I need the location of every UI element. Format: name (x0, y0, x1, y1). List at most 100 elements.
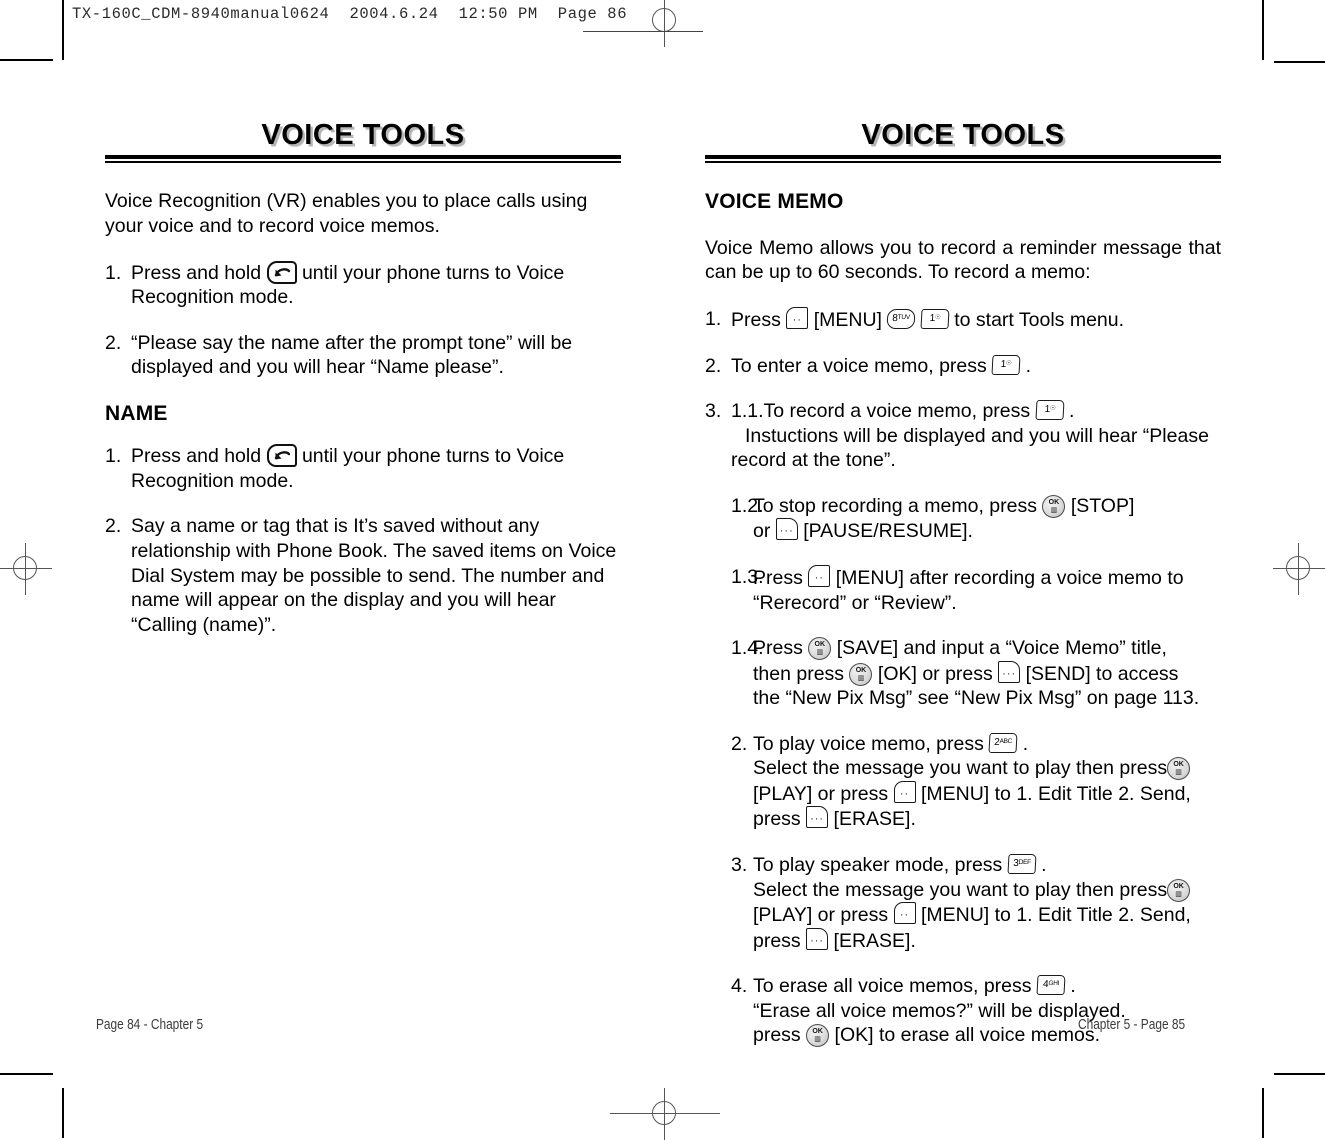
memo-substep-1-4-then: then press (753, 662, 845, 685)
soft-key-dots: ·· (899, 787, 910, 800)
memo-step-2-text-b: . (1025, 354, 1032, 377)
memo-substep-1-4-ok-label: [OK] or press (877, 662, 993, 685)
soft-key-dots: ··· (779, 525, 794, 538)
memo-substep-1-2-text-a: To stop recording a memo, press (753, 494, 1037, 517)
memo-erase-step-4-text-a: To erase all voice memos, press (753, 975, 1032, 998)
keypad-key-1-icon: 1☉ (1035, 400, 1065, 421)
keypad-key-1-icon: 1☉ (991, 354, 1021, 375)
registration-mark-right (1273, 543, 1325, 595)
voice-memo-intro: Voice Memo allows you to record a remind… (705, 236, 1221, 284)
memo-play-step-3-play-label: [PLAY] or press (753, 904, 889, 927)
keypad-key-2-abc-icon: 2ABC (988, 732, 1018, 753)
memo-play-step-3: 3. To play speaker mode, press 3DEF . Se… (731, 853, 1221, 953)
ok-key-label: OK (812, 1028, 823, 1036)
soft-key-send-icon: ··· (775, 518, 798, 541)
ok-key-glyph: ▥ (857, 674, 865, 682)
memo-step-1: 1. Press ·· [MENU] 8TUV 1☉ to start Tool… (705, 307, 1221, 333)
memo-step-3-text-b: . (1068, 400, 1075, 423)
memo-step-2-number: 2. (705, 354, 722, 377)
crop-mark-top-right-horizontal (1274, 61, 1325, 63)
soft-key-dots: ··· (810, 813, 825, 826)
ok-key-glyph: ▥ (816, 649, 824, 657)
ok-key-glyph: ▥ (814, 1036, 821, 1044)
memo-play-step-2-number: 2. (731, 732, 748, 755)
banner-rule-thin (105, 161, 621, 164)
ok-key-label: OK (1173, 882, 1184, 890)
memo-play-step-2-press: press (753, 808, 801, 831)
left-banner-rules (105, 155, 621, 164)
soft-key-menu-icon: ·· (893, 902, 916, 925)
ok-key-label: OK (1173, 761, 1184, 769)
soft-key-send-icon: ··· (806, 806, 829, 829)
ok-key-icon: OK ▥ (806, 1024, 830, 1048)
right-page-body: VOICE MEMO Voice Memo allows you to reco… (705, 189, 1221, 1048)
soft-key-dots: ·· (792, 314, 802, 327)
right-banner-title: VOICE TOOLS (861, 119, 1065, 151)
send-call-key-icon (266, 260, 297, 284)
vr-step-1: 1. Press and hold until your phone turns… (105, 260, 621, 310)
memo-play-step-3-number: 3. (731, 854, 748, 877)
voice-memo-subheading: VOICE MEMO (705, 190, 844, 214)
crop-mark-bottom-right-horizontal (1274, 1073, 1325, 1075)
memo-step-3-sub-number: 1.1. (731, 400, 764, 423)
send-call-key-icon (266, 444, 297, 468)
registration-circle (1286, 556, 1310, 580)
vr-step-2: 2. “Please say the name after the prompt… (105, 331, 621, 380)
memo-substep-1-2-stop-label: [STOP] (1070, 494, 1135, 517)
name-subheading: NAME (105, 401, 168, 425)
slug-time: 12:50 PM (458, 5, 538, 23)
memo-step-3-text-a: To record a voice memo, press (763, 400, 1031, 423)
crop-mark-top-left-vertical (62, 0, 64, 60)
keypad-letters: DEF (1018, 859, 1031, 867)
banner-rule-thin (705, 161, 1221, 164)
memo-step-1-menu-label: [MENU] (813, 309, 882, 332)
ok-key-glyph: ▥ (1050, 506, 1058, 514)
memo-play-step-2-text-b: . (1022, 732, 1029, 755)
keypad-letters: ABC (999, 737, 1013, 745)
memo-substep-1-2-or: or (753, 520, 771, 543)
ok-key-label: OK (1048, 498, 1060, 506)
memo-substep-1-4-tail: the “New Pix Msg” see “New Pix Msg” on p… (753, 687, 1200, 710)
vr-step-2-text: “Please say the name after the prompt to… (131, 331, 573, 379)
right-chapter-banner: VOICE TOOLS (705, 119, 1221, 164)
memo-erase-step-4-text-c: “Erase all voice memos?” will be display… (753, 999, 1126, 1022)
memo-substep-1-2: 1.2. To stop recording a memo, press OK ▥… (731, 494, 1221, 544)
ok-key-icon: OK ▥ (808, 637, 832, 661)
registration-circle (13, 556, 37, 580)
memo-play-step-3-menu-label: [MENU] to 1. Edit Title 2. Send, (920, 904, 1191, 927)
memo-step-3: 3. 1.1.To record a voice memo, press 1☉ … (705, 399, 1221, 473)
imposition-slug: TX-160C_CDM-8940manual0624 2004.6.24 12:50… (72, 5, 647, 23)
slug-filename: TX-160C_CDM-8940manual0624 (72, 5, 330, 23)
memo-substep-1-3: 1.3. Press ·· [MENU] after recording a v… (731, 564, 1221, 615)
name-step-2: 2. Say a name or tag that is It’s saved … (105, 514, 621, 637)
memo-substep-1-3-number: 1.3. (731, 565, 764, 588)
memo-substep-1-4-save-label: [SAVE] and input a “Voice Memo” title, (836, 637, 1167, 660)
left-page-body: Voice Recognition (VR) enables you to pl… (105, 189, 621, 637)
ok-key-icon: OK ▥ (849, 662, 873, 686)
name-step-1: 1. Press and hold until your phone turns… (105, 444, 621, 493)
soft-key-send-icon: ··· (806, 927, 829, 950)
left-page-column: VOICE TOOLS Voice Recognition (VR) enabl… (105, 120, 621, 658)
left-chapter-banner: VOICE TOOLS (105, 120, 621, 164)
slug-underline (583, 31, 703, 32)
memo-play-step-3-erase-label: [ERASE]. (833, 929, 916, 952)
name-step-2-number: 2. (105, 515, 122, 538)
keypad-key-1-icon: 1☉ (920, 309, 950, 330)
soft-key-dots: ·· (814, 571, 824, 584)
crop-mark-bottom-left-vertical (62, 1088, 64, 1138)
keypad-letters: GHI (1048, 980, 1060, 988)
memo-play-step-2-play-label: [PLAY] or press (753, 782, 889, 805)
memo-step-1-number: 1. (705, 308, 722, 331)
soft-key-menu-icon: ·· (893, 780, 916, 803)
keypad-key-8-tuv-icon: 8TUV (886, 309, 916, 330)
right-banner-rules (705, 155, 1221, 164)
ok-key-icon: OK ▥ (1042, 494, 1066, 518)
keypad-letters: ☉ (934, 314, 941, 322)
vr-step-1-number: 1. (105, 261, 122, 284)
crop-mark-top-right-vertical (1262, 0, 1264, 60)
left-page-footer: Page 84 - Chapter 5 (96, 1017, 204, 1033)
soft-key-dots: ··· (810, 934, 825, 947)
name-step-1-number: 1. (105, 445, 122, 468)
memo-step-2-text-a: To enter a voice memo, press (731, 354, 987, 377)
memo-play-step-3-text-a: To play speaker mode, press (753, 854, 1003, 877)
